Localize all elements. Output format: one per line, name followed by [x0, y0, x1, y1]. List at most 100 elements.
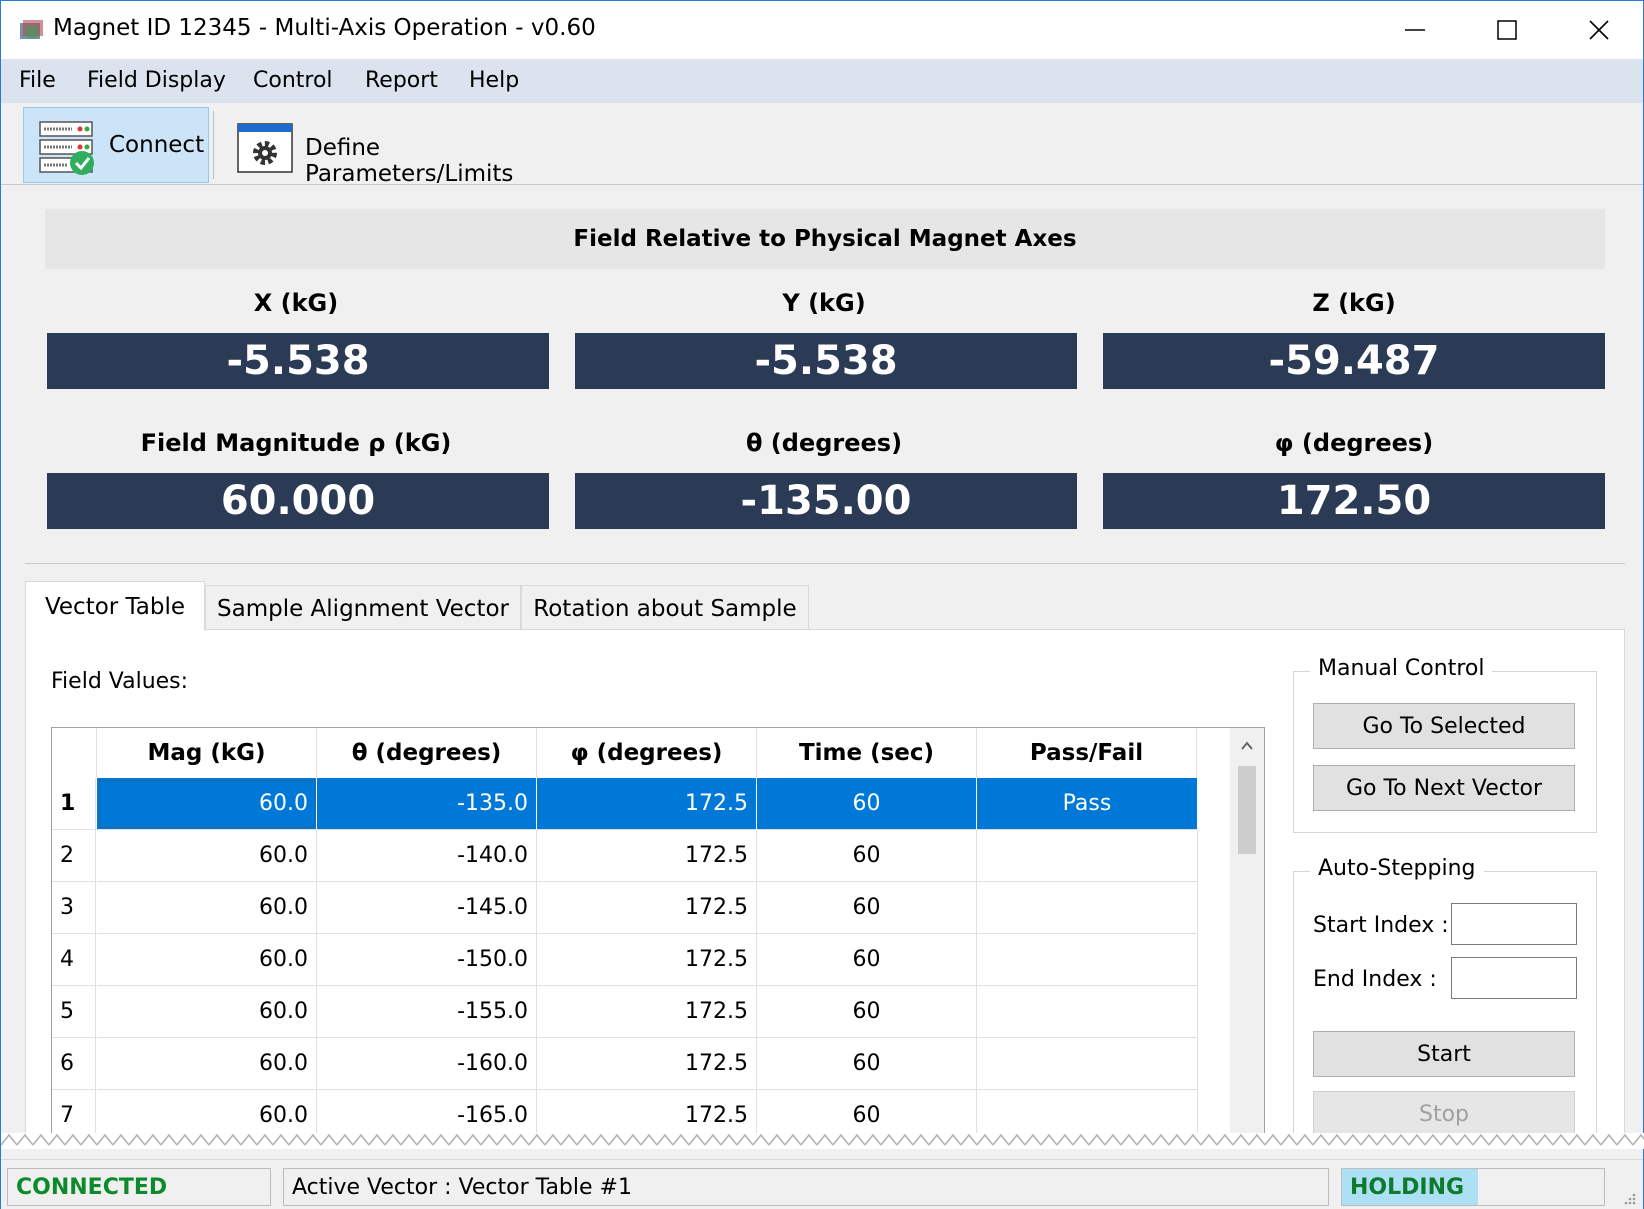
row-header-corner — [52, 728, 97, 778]
cell-time[interactable]: 60 — [757, 934, 977, 986]
table-row[interactable]: 6 60.0 -160.0 172.5 60 — [52, 1038, 1198, 1090]
table-row[interactable]: 4 60.0 -150.0 172.5 60 — [52, 934, 1198, 986]
row-index[interactable]: 2 — [52, 830, 96, 882]
cell-theta[interactable]: -165.0 — [317, 1090, 537, 1138]
connect-label: Connect — [109, 132, 205, 158]
stop-button: Stop — [1313, 1091, 1575, 1137]
row-index[interactable]: 4 — [52, 934, 96, 986]
cell-time[interactable]: 60 — [757, 882, 977, 934]
cell-mag[interactable]: 60.0 — [97, 1038, 317, 1090]
close-button[interactable] — [1553, 1, 1644, 59]
cell-pass-fail[interactable] — [977, 1038, 1198, 1090]
menu-help[interactable]: Help — [469, 68, 519, 93]
row-index[interactable]: 3 — [52, 882, 96, 934]
cell-time[interactable]: 60 — [757, 1038, 977, 1090]
holding-status: HOLDING — [1342, 1169, 1479, 1205]
field-values-label: Field Values: — [51, 669, 189, 694]
cell-theta[interactable]: -150.0 — [317, 934, 537, 986]
cell-mag[interactable]: 60.0 — [97, 882, 317, 934]
y-label: Y (kG) — [782, 289, 866, 317]
tab-rotation-about-sample[interactable]: Rotation about Sample — [521, 585, 809, 631]
cell-pass-fail[interactable]: Pass — [977, 778, 1198, 830]
holding-status-frame: HOLDING — [1341, 1168, 1605, 1206]
table-vertical-scrollbar[interactable] — [1230, 728, 1264, 1138]
menu-file[interactable]: File — [19, 68, 56, 93]
active-vector-status: Active Vector : Vector Table #1 — [283, 1168, 1329, 1206]
define-parameters-button[interactable]: Define Parameters/Limits — [233, 107, 593, 187]
cell-mag[interactable]: 60.0 — [97, 830, 317, 882]
tab-sample-alignment-vector[interactable]: Sample Alignment Vector — [205, 585, 521, 631]
menu-control[interactable]: Control — [253, 68, 333, 93]
cell-theta[interactable]: -155.0 — [317, 986, 537, 1038]
scrollbar-thumb[interactable] — [1238, 766, 1256, 854]
cell-time[interactable]: 60 — [757, 986, 977, 1038]
gear-window-icon — [237, 123, 293, 173]
cell-pass-fail[interactable] — [977, 986, 1198, 1038]
resize-grip-icon[interactable] — [1621, 1190, 1637, 1206]
z-label: Z (kG) — [1312, 289, 1396, 317]
cell-theta[interactable]: -140.0 — [317, 830, 537, 882]
table-row[interactable]: 5 60.0 -155.0 172.5 60 — [52, 986, 1198, 1038]
start-button[interactable]: Start — [1313, 1031, 1575, 1077]
go-to-selected-button[interactable]: Go To Selected — [1313, 703, 1575, 749]
minimize-button[interactable] — [1369, 1, 1461, 59]
cell-phi[interactable]: 172.5 — [537, 882, 757, 934]
y-value: -5.538 — [575, 333, 1077, 389]
start-index-input[interactable] — [1451, 903, 1577, 945]
connect-button[interactable]: Connect — [23, 107, 209, 183]
app-window: Magnet ID 12345 - Multi-Axis Operation -… — [0, 0, 1644, 1209]
cell-pass-fail[interactable] — [977, 882, 1198, 934]
end-index-input[interactable] — [1451, 957, 1577, 999]
app-magnet-icon — [20, 20, 43, 39]
cell-mag[interactable]: 60.0 — [97, 934, 317, 986]
maximize-button[interactable] — [1461, 1, 1553, 59]
window-title: Magnet ID 12345 - Multi-Axis Operation -… — [53, 15, 596, 41]
row-index[interactable]: 7 — [52, 1090, 96, 1138]
end-index-label: End Index : — [1313, 967, 1437, 992]
column-header-pass-fail[interactable]: Pass/Fail — [977, 728, 1197, 778]
toolbar: Connect Define Parameters/Limits — [1, 103, 1643, 187]
scroll-up-arrow-icon[interactable] — [1230, 732, 1264, 762]
go-to-next-vector-button[interactable]: Go To Next Vector — [1313, 765, 1575, 811]
cell-pass-fail[interactable] — [977, 1090, 1198, 1138]
cell-theta[interactable]: -135.0 — [317, 778, 537, 830]
cell-phi[interactable]: 172.5 — [537, 778, 757, 830]
row-index[interactable]: 1 — [52, 778, 96, 830]
connection-status: CONNECTED — [7, 1168, 271, 1206]
cell-pass-fail[interactable] — [977, 934, 1198, 986]
menu-report[interactable]: Report — [365, 68, 438, 93]
row-index[interactable]: 5 — [52, 986, 96, 1038]
cell-pass-fail[interactable] — [977, 830, 1198, 882]
column-header-mag[interactable]: Mag (kG) — [97, 728, 317, 778]
cell-theta[interactable]: -160.0 — [317, 1038, 537, 1090]
vector-table-grid[interactable]: Mag (kG) θ (degrees) φ (degrees) Time (s… — [51, 727, 1265, 1139]
menu-field-display[interactable]: Field Display — [87, 68, 226, 93]
column-header-phi[interactable]: φ (degrees) — [537, 728, 757, 778]
cell-phi[interactable]: 172.5 — [537, 986, 757, 1038]
cell-mag[interactable]: 60.0 — [97, 1090, 317, 1138]
cell-time[interactable]: 60 — [757, 830, 977, 882]
cell-phi[interactable]: 172.5 — [537, 1090, 757, 1138]
table-row[interactable]: 3 60.0 -145.0 172.5 60 — [52, 882, 1198, 934]
cell-phi[interactable]: 172.5 — [537, 1038, 757, 1090]
phi-value: 172.50 — [1103, 473, 1605, 529]
cell-mag[interactable]: 60.0 — [97, 986, 317, 1038]
table-row[interactable]: 7 60.0 -165.0 172.5 60 — [52, 1090, 1198, 1138]
cell-time[interactable]: 60 — [757, 778, 977, 830]
cell-time[interactable]: 60 — [757, 1090, 977, 1138]
column-header-theta[interactable]: θ (degrees) — [317, 728, 537, 778]
theta-value: -135.00 — [575, 473, 1077, 529]
x-value: -5.538 — [47, 333, 549, 389]
cell-mag[interactable]: 60.0 — [97, 778, 317, 830]
cell-theta[interactable]: -145.0 — [317, 882, 537, 934]
table-row[interactable]: 1 60.0 -135.0 172.5 60 Pass — [52, 778, 1198, 830]
cell-phi[interactable]: 172.5 — [537, 934, 757, 986]
column-header-time[interactable]: Time (sec) — [757, 728, 977, 778]
phi-label: φ (degrees) — [1274, 429, 1434, 457]
tab-vector-table[interactable]: Vector Table — [25, 581, 205, 631]
table-row[interactable]: 2 60.0 -140.0 172.5 60 — [52, 830, 1198, 882]
minimize-icon — [1405, 29, 1425, 31]
row-index[interactable]: 6 — [52, 1038, 96, 1090]
cell-phi[interactable]: 172.5 — [537, 830, 757, 882]
title-bar: Magnet ID 12345 - Multi-Axis Operation -… — [1, 1, 1643, 59]
